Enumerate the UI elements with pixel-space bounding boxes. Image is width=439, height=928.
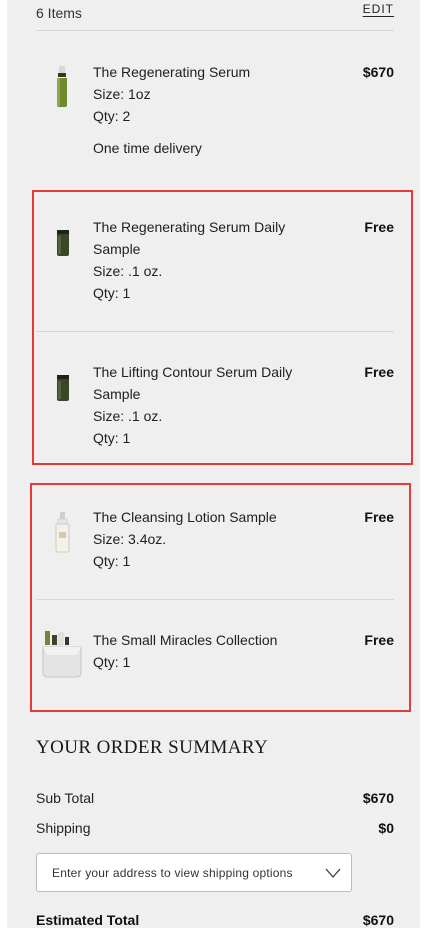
shipping-row: Shipping $0 — [36, 820, 394, 836]
subtotal-row: Sub Total $670 — [36, 790, 394, 806]
item-size: Size: 1oz — [93, 86, 151, 102]
item-name: The Regenerating Serum Daily Sample — [93, 219, 286, 257]
item-qty: Qty: 1 — [93, 553, 131, 569]
cart-item-lifting-sample: The Lifting Contour Serum Daily Sample S… — [36, 361, 394, 451]
estimated-total-row: Estimated Total $670 — [36, 912, 394, 928]
serum-bottle-icon — [42, 66, 82, 113]
item-name: The Cleansing Lotion Sample — [93, 509, 277, 525]
sample-tube-icon — [42, 228, 82, 263]
shipping-label: Shipping — [36, 820, 91, 836]
edit-link[interactable]: EDIT — [363, 2, 394, 16]
estimated-total-value: $670 — [362, 912, 394, 928]
item-divider — [36, 331, 394, 332]
item-qty: Qty: 2 — [93, 108, 131, 124]
item-size: Size: .1 oz. — [93, 408, 163, 424]
item-name: The Lifting Contour Serum Daily Sample — [93, 364, 293, 402]
order-summary-title: YOUR ORDER SUMMARY — [36, 737, 269, 758]
item-size: Size: .1 oz. — [93, 263, 163, 279]
item-name: The Small Miracles Collection — [93, 632, 278, 648]
chevron-down-icon — [325, 866, 341, 880]
item-divider — [36, 599, 394, 600]
item-price: Free — [364, 364, 394, 380]
item-qty: Qty: 1 — [93, 430, 131, 446]
items-header: 6 Items EDIT — [36, 0, 394, 31]
item-qty: Qty: 1 — [93, 654, 131, 670]
item-price: $670 — [362, 64, 394, 80]
item-delivery: One time delivery — [93, 140, 202, 156]
sample-tube-icon — [42, 373, 82, 408]
subtotal-value: $670 — [362, 790, 394, 806]
cart-item-small-miracles: The Small Miracles Collection Qty: 1 Fre… — [36, 629, 394, 689]
lotion-bottle-icon — [42, 512, 82, 559]
items-count: 6 Items — [36, 5, 82, 21]
item-size: Size: 3.4oz. — [93, 531, 167, 547]
shipping-address-select[interactable]: Enter your address to view shipping opti… — [36, 853, 352, 892]
item-price: Free — [364, 219, 394, 235]
item-qty: Qty: 1 — [93, 285, 131, 301]
address-placeholder: Enter your address to view shipping opti… — [52, 866, 293, 880]
item-price: Free — [364, 632, 394, 648]
gift-set-icon — [41, 629, 85, 684]
shipping-value: $0 — [378, 820, 394, 836]
cart-item-cleansing-sample: The Cleansing Lotion Sample Size: 3.4oz.… — [36, 506, 394, 576]
estimated-total-label: Estimated Total — [36, 912, 140, 928]
cart-item-regenerating-sample: The Regenerating Serum Daily Sample Size… — [36, 216, 394, 306]
cart-item-regenerating-serum: The Regenerating Serum Size: 1oz Qty: 2 … — [36, 61, 394, 171]
item-price: Free — [364, 509, 394, 525]
subtotal-label: Sub Total — [36, 790, 95, 806]
item-name: The Regenerating Serum — [93, 64, 251, 80]
